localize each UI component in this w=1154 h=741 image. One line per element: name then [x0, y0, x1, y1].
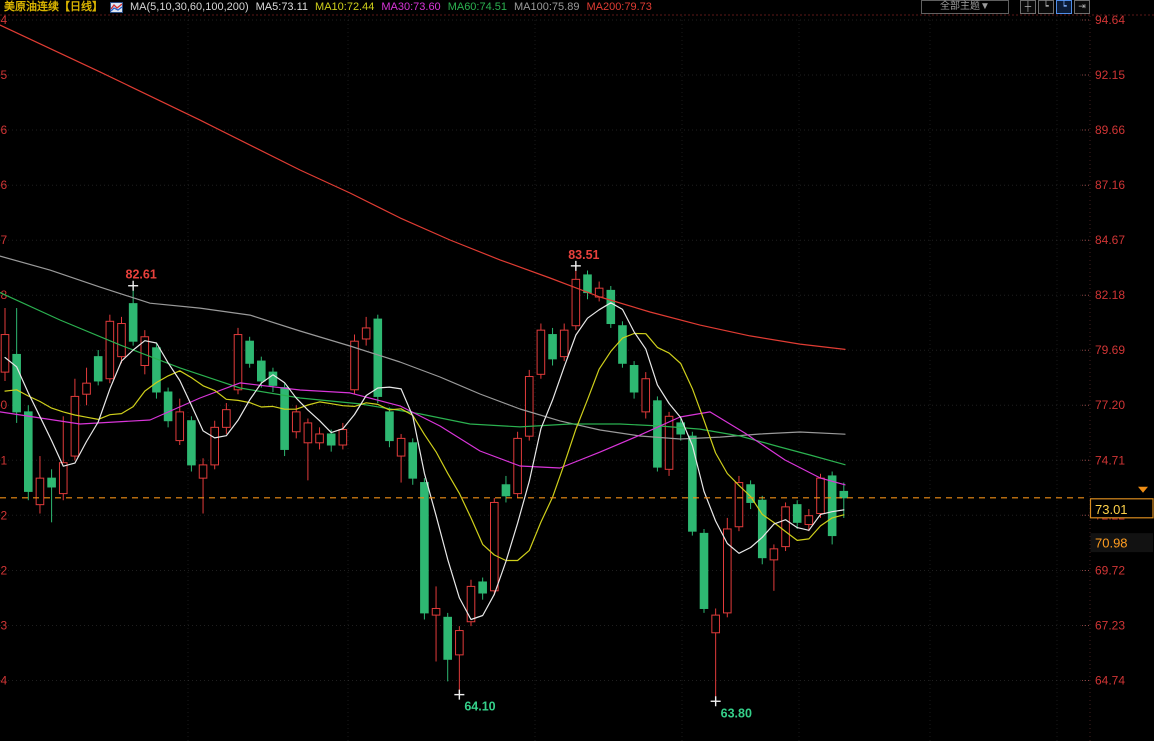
svg-text:64.74: 64.74: [1095, 673, 1125, 687]
svg-text:94.64: 94.64: [1095, 13, 1125, 27]
svg-text:74.71: 74.71: [1095, 453, 1125, 467]
chart-header: 美原油连续【日线】 MA(5,10,30,60,100,200) MA5:73.…: [0, 0, 1154, 14]
toolbar: ┼ ┕ ┕ ⇥: [1020, 0, 1090, 14]
svg-text:73.01: 73.01: [1095, 502, 1128, 517]
svg-text:0: 0: [1, 398, 8, 412]
svg-text:2: 2: [1, 508, 8, 522]
candlestick-chart[interactable]: 94.64492.15589.66687.16684.67782.18879.6…: [0, 0, 1154, 741]
svg-text:4: 4: [1, 673, 8, 687]
exit-icon[interactable]: ⇥: [1074, 0, 1090, 14]
ma5-value: MA5:73.11: [255, 1, 309, 13]
trading-app-window: 94.64 4 92.15 5 89.66 6 87.16 6 84.67 7 82.18 8 79.6…: [0, 0, 1154, 741]
ma60-value: MA60:74.51: [447, 1, 508, 13]
svg-text:6: 6: [1, 123, 8, 137]
svg-text:82.18: 82.18: [1095, 288, 1125, 302]
svg-text:87.16: 87.16: [1095, 178, 1125, 192]
ma200-value: MA200:79.73: [586, 1, 652, 13]
svg-text:64.10: 64.10: [464, 700, 495, 714]
svg-text:67.23: 67.23: [1095, 618, 1125, 632]
svg-text:82.61: 82.61: [126, 268, 157, 282]
ma100-value: MA100:75.89: [514, 1, 580, 13]
svg-text:7: 7: [1, 233, 8, 247]
svg-text:77.20: 77.20: [1095, 398, 1125, 412]
svg-text:63.80: 63.80: [721, 706, 752, 720]
ma-settings-label: MA(5,10,30,60,100,200): [130, 1, 249, 13]
svg-text:83.51: 83.51: [568, 248, 599, 262]
line-chart-icon: [110, 1, 123, 13]
svg-text:1: 1: [1, 453, 8, 467]
ma10-value: MA10:72.44: [315, 1, 375, 13]
svg-text:4: 4: [1, 13, 8, 27]
svg-text:92.15: 92.15: [1095, 68, 1125, 82]
svg-text:6: 6: [1, 178, 8, 192]
theme-dropdown[interactable]: 全部主题▼: [921, 0, 1009, 14]
svg-text:84.67: 84.67: [1095, 233, 1125, 247]
left-scale-icon[interactable]: ┕: [1038, 0, 1054, 14]
svg-text:79.69: 79.69: [1095, 343, 1125, 357]
pan-icon[interactable]: ┼: [1020, 0, 1036, 14]
svg-text:5: 5: [1, 68, 8, 82]
ma30-value: MA30:73.60: [381, 1, 441, 13]
svg-text:89.66: 89.66: [1095, 123, 1125, 137]
svg-text:2: 2: [1, 563, 8, 577]
svg-text:69.72: 69.72: [1095, 563, 1125, 577]
instrument-title: 美原油连续【日线】: [4, 1, 103, 13]
svg-text:3: 3: [1, 618, 8, 632]
svg-text:70.98: 70.98: [1095, 536, 1128, 551]
right-scale-icon[interactable]: ┕: [1056, 0, 1072, 14]
